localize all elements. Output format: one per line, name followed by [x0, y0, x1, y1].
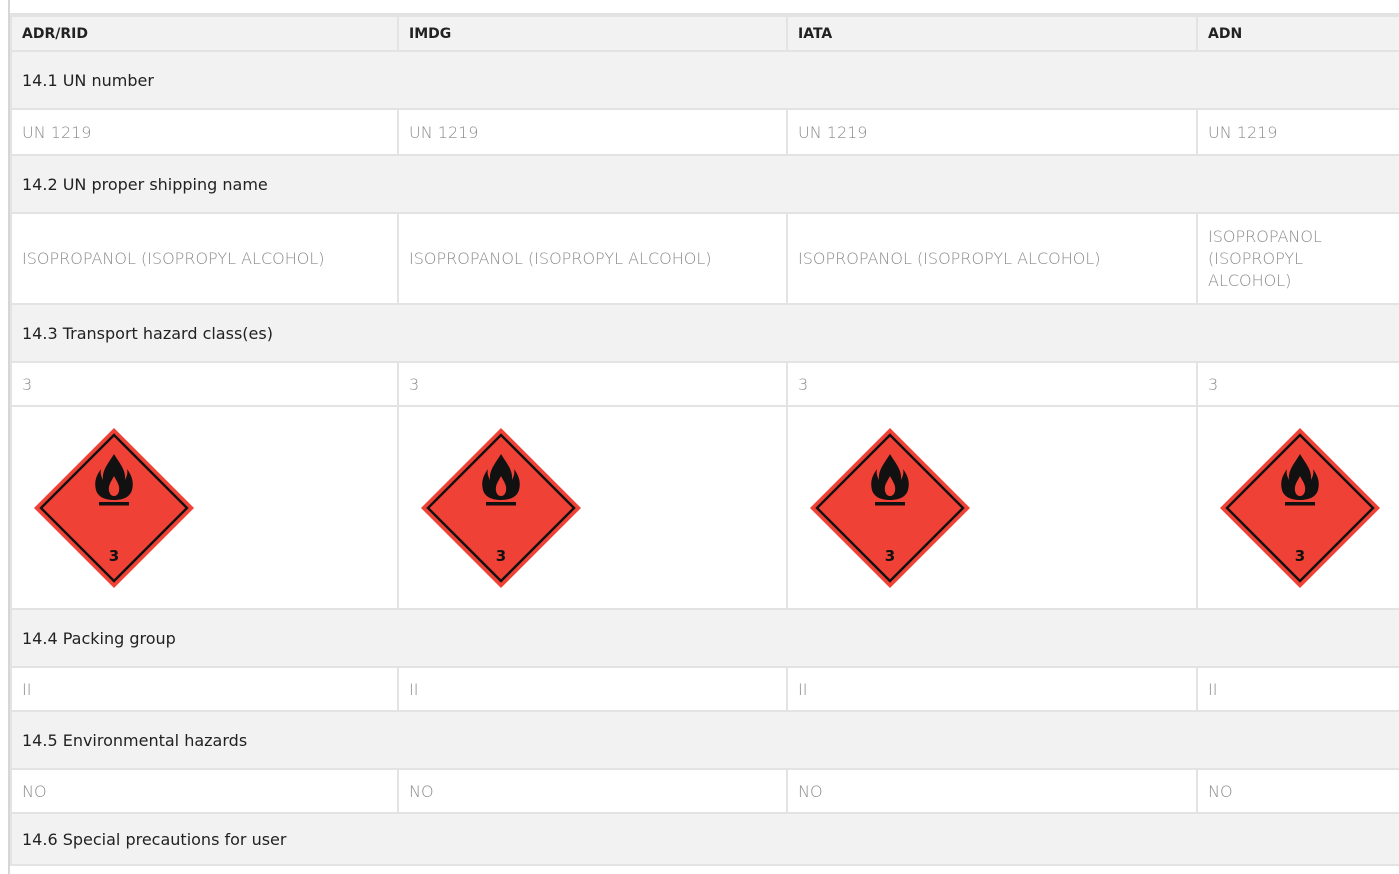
column-header-adr-rid: ADR/RID	[10, 15, 399, 52]
flammable-liquid-class-3-icon: 3	[421, 427, 581, 588]
table-cell: II	[397, 666, 788, 712]
table-cell: NO	[10, 768, 399, 814]
section-title-un-number: 14.1 UN number	[10, 50, 1399, 110]
table-cell: 3	[1196, 361, 1399, 407]
section-row: 14.3 Transport hazard class(es)	[10, 303, 1399, 363]
value-row: 3 3 3 3	[10, 361, 1399, 407]
pictogram-cell: 3	[786, 405, 1198, 610]
pictogram-cell: 3	[10, 405, 399, 610]
value-row: UN 1219 UN 1219 UN 1219 UN 1219	[10, 108, 1399, 156]
pictogram-cell: 3	[397, 405, 788, 610]
transport-info-table: ADR/RID IMDG IATA ADN 14.1 UN number UN …	[10, 15, 1399, 866]
table-cell: NO	[1196, 768, 1399, 814]
column-header-iata: IATA	[786, 15, 1198, 52]
table-cell: UN 1219	[10, 108, 399, 156]
section-title-environmental: 14.5 Environmental hazards	[10, 710, 1399, 770]
hazard-class-number: 3	[496, 547, 506, 565]
table-cell: NO	[786, 768, 1198, 814]
table-cell: UN 1219	[1196, 108, 1399, 156]
section-title-shipping-name: 14.2 UN proper shipping name	[10, 154, 1399, 214]
value-row: II II II II	[10, 666, 1399, 712]
hazard-class-number: 3	[885, 547, 895, 565]
column-header-adn: ADN	[1196, 15, 1399, 52]
section-row: 14.1 UN number	[10, 50, 1399, 110]
hazard-class-number: 3	[1295, 547, 1305, 565]
section-title-hazard-class: 14.3 Transport hazard class(es)	[10, 303, 1399, 363]
hazard-class-number: 3	[109, 547, 119, 565]
table-cell: 3	[786, 361, 1198, 407]
table-cell: ISOPROPANOL (ISOPROPYL ALCOHOL)	[10, 212, 399, 305]
pictogram-row: 3 3 3 3	[10, 405, 1399, 610]
table-cell: NO	[397, 768, 788, 814]
table-cell: II	[10, 666, 399, 712]
table-cell: ISOPROPANOL (ISOPROPYL ALCOHOL)	[1196, 212, 1399, 305]
column-header-imdg: IMDG	[397, 15, 788, 52]
section-row: 14.4 Packing group	[10, 608, 1399, 668]
table-cell: UN 1219	[786, 108, 1198, 156]
section-row: 14.6 Special precautions for user	[10, 812, 1399, 866]
pictogram-cell: 3	[1196, 405, 1399, 610]
flammable-liquid-class-3-icon: 3	[34, 427, 194, 588]
table-cell: 3	[10, 361, 399, 407]
flammable-liquid-class-3-icon: 3	[810, 427, 970, 588]
table-cell: II	[786, 666, 1198, 712]
section-row: 14.5 Environmental hazards	[10, 710, 1399, 770]
value-row: NO NO NO NO	[10, 768, 1399, 814]
header-row: ADR/RID IMDG IATA ADN	[10, 15, 1399, 52]
section-row: 14.2 UN proper shipping name	[10, 154, 1399, 214]
top-strip	[10, 0, 1399, 15]
table-cell: ISOPROPANOL (ISOPROPYL ALCOHOL)	[786, 212, 1198, 305]
table-cell: 3	[397, 361, 788, 407]
table-cell: ISOPROPANOL (ISOPROPYL ALCOHOL)	[397, 212, 788, 305]
table-cell: II	[1196, 666, 1399, 712]
table-cell: UN 1219	[397, 108, 788, 156]
section-title-special-precautions: 14.6 Special precautions for user	[10, 812, 1399, 866]
value-row: ISOPROPANOL (ISOPROPYL ALCOHOL) ISOPROPA…	[10, 212, 1399, 305]
section-title-packing-group: 14.4 Packing group	[10, 608, 1399, 668]
flammable-liquid-class-3-icon: 3	[1220, 427, 1380, 588]
